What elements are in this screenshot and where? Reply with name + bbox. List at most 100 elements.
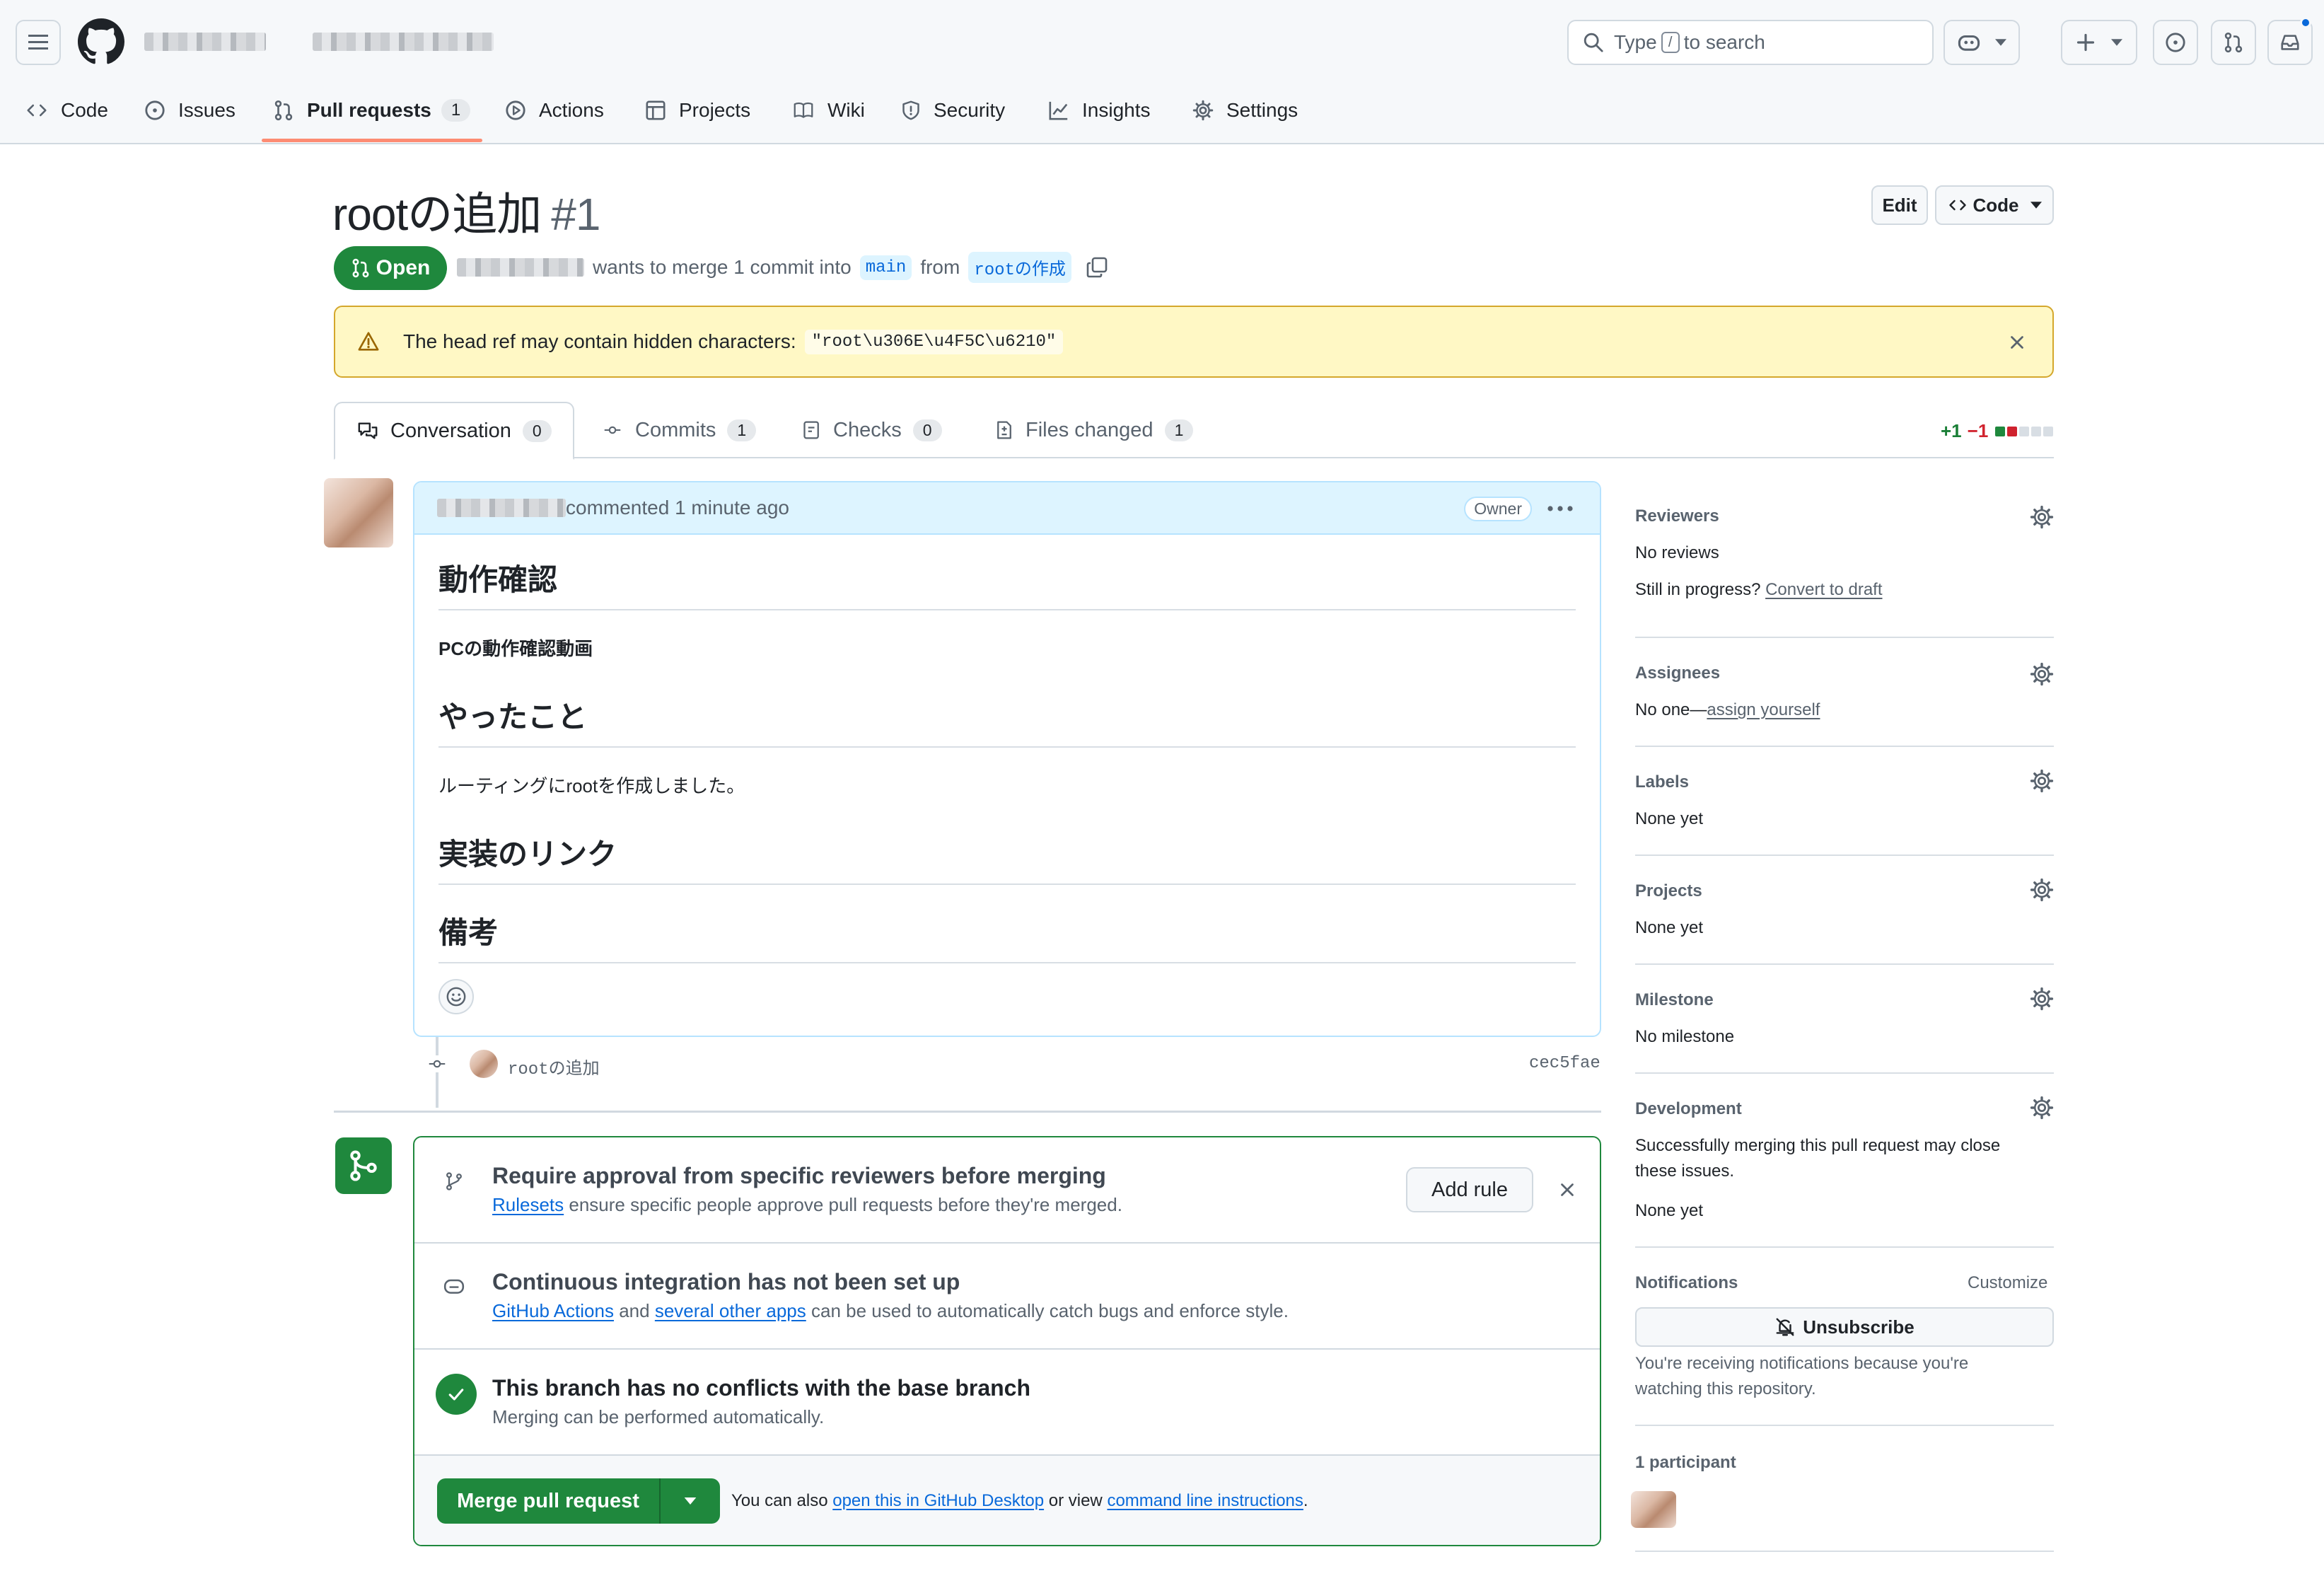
development-heading[interactable]: Development — [1635, 1099, 2054, 1119]
head-branch-label[interactable]: rootの作成 — [968, 252, 1071, 283]
convert-to-draft-link[interactable]: Convert to draft — [1765, 580, 1882, 599]
merge-method-dropdown[interactable] — [661, 1497, 720, 1505]
github-logo-icon[interactable] — [78, 18, 124, 65]
tab-settings-label: Settings — [1226, 99, 1298, 121]
tab-checks[interactable]: Checks 0 — [802, 402, 942, 458]
tab-checks-count: 0 — [912, 419, 942, 441]
tab-commits-count: 1 — [727, 419, 757, 441]
avatar[interactable] — [324, 478, 393, 547]
table-icon — [646, 100, 666, 120]
add-rule-button[interactable]: Add rule — [1406, 1167, 1533, 1212]
issues-button[interactable] — [2153, 20, 2198, 65]
tab-security[interactable]: Security — [901, 83, 1005, 137]
reviewers-heading[interactable]: Reviewers — [1635, 506, 2054, 526]
notifications-reason-line1: You're receiving notifications because y… — [1635, 1354, 1969, 1373]
pr-state-badge: Open — [334, 246, 447, 290]
warning-code: "root\u306E\u4F5C\u6210" — [804, 329, 1064, 354]
ci-text: can be used to automatically catch bugs … — [811, 1300, 1289, 1321]
close-icon[interactable] — [1559, 1181, 1576, 1198]
tab-insights[interactable]: Insights — [1048, 83, 1151, 137]
tab-actions[interactable]: Actions — [505, 83, 604, 137]
comment-discussion-icon — [358, 422, 378, 439]
gear-icon[interactable] — [2030, 662, 2054, 686]
tab-files-changed[interactable]: Files changed 1 — [994, 402, 1194, 458]
tab-settings[interactable]: Settings — [1192, 83, 1298, 137]
commit-message[interactable]: rootの追加 — [508, 1054, 600, 1079]
pr-state-label: Open — [376, 256, 431, 279]
alert-icon — [358, 332, 379, 351]
assignees-heading[interactable]: Assignees — [1635, 664, 2054, 683]
customize-link[interactable]: Customize — [1968, 1273, 2047, 1293]
create-new-button[interactable] — [2061, 20, 2137, 65]
menu-button[interactable] — [16, 20, 61, 65]
pr-number: #1 — [551, 189, 600, 240]
smiley-icon — [446, 987, 466, 1007]
diffstat: +1 −1 — [1941, 420, 2054, 442]
tab-issues[interactable]: Issues — [144, 83, 236, 137]
period: . — [1303, 1491, 1308, 1510]
owner-name-redacted[interactable] — [144, 33, 266, 51]
sidebar-divider — [1635, 1072, 2054, 1074]
pull-requests-count: 1 — [441, 99, 471, 122]
other-apps-link[interactable]: several other apps — [655, 1300, 806, 1321]
copilot-icon — [443, 1279, 465, 1294]
github-actions-link[interactable]: GitHub Actions — [492, 1300, 614, 1321]
tab-commits[interactable]: Commits 1 — [601, 402, 757, 458]
projects-heading[interactable]: Projects — [1635, 881, 2054, 901]
participants-heading: 1 participant — [1635, 1453, 1736, 1472]
github-desktop-link[interactable]: open this in GitHub Desktop — [832, 1491, 1044, 1510]
repo-name-redacted[interactable] — [313, 33, 494, 51]
merge-button-label: Merge pull request — [437, 1478, 661, 1524]
diffstat-block-neutral — [2019, 426, 2030, 436]
pull-requests-button[interactable] — [2211, 20, 2256, 65]
reaction-button[interactable] — [438, 979, 474, 1014]
participant-avatar[interactable] — [1631, 1491, 1676, 1528]
search-input[interactable]: Type / to search — [1567, 20, 1934, 65]
ruleset-description: Rulesets ensure specific people approve … — [492, 1194, 1122, 1216]
commit-sha[interactable]: cec5fae — [1529, 1054, 1600, 1073]
author-name-redacted[interactable] — [437, 499, 566, 517]
assign-yourself-link[interactable]: assign yourself — [1707, 700, 1820, 719]
tab-files-changed-label: Files changed — [1026, 418, 1154, 441]
comment-paragraph: PCの動作確認動画 — [438, 638, 593, 659]
base-branch-label[interactable]: main — [859, 255, 912, 280]
kebab-horizontal-icon[interactable] — [1547, 505, 1573, 512]
author-name-redacted[interactable] — [457, 258, 584, 277]
copy-icon[interactable] — [1086, 256, 1108, 279]
tab-files-changed-count: 1 — [1164, 419, 1194, 441]
merge-status-icon — [335, 1137, 392, 1194]
gear-icon[interactable] — [2030, 878, 2054, 902]
ruleset-suggestion: Require approval from specific reviewers… — [414, 1137, 1600, 1244]
search-icon — [1584, 33, 1603, 52]
gear-icon[interactable] — [2030, 1096, 2054, 1120]
checklist-icon — [803, 421, 819, 439]
tab-code[interactable]: Code — [25, 83, 108, 137]
tab-projects[interactable]: Projects — [645, 83, 750, 137]
commit-author-avatar[interactable] — [470, 1050, 498, 1078]
chevron-down-icon — [1995, 39, 2006, 46]
tab-conversation[interactable]: Conversation 0 — [334, 402, 574, 460]
code-dropdown-button[interactable]: Code — [1935, 185, 2054, 225]
milestone-heading[interactable]: Milestone — [1635, 990, 2054, 1010]
gear-icon[interactable] — [2030, 505, 2054, 529]
git-pull-request-icon — [2224, 32, 2243, 53]
merge-pull-request-button[interactable]: Merge pull request — [437, 1478, 720, 1524]
tab-pull-requests[interactable]: Pull requests 1 — [273, 83, 471, 137]
inbox-button[interactable] — [2267, 17, 2313, 65]
edit-title-button[interactable]: Edit — [1871, 185, 1928, 225]
close-icon[interactable] — [2009, 334, 2026, 351]
tab-wiki[interactable]: Wiki — [792, 83, 865, 137]
search-shortcut-key: / — [1661, 32, 1680, 53]
gear-icon[interactable] — [2030, 987, 2054, 1011]
unsubscribe-button[interactable]: Unsubscribe — [1635, 1307, 2054, 1347]
selected-tab-indicator — [262, 139, 482, 142]
copilot-button[interactable] — [1944, 20, 2020, 65]
gear-icon[interactable] — [2030, 769, 2054, 793]
diffstat-block-added — [1995, 426, 2006, 436]
command-line-link[interactable]: command line instructions — [1107, 1491, 1303, 1510]
comment-timestamp[interactable]: commented 1 minute ago — [566, 497, 789, 519]
git-branch-icon — [446, 1172, 462, 1190]
rulesets-link[interactable]: Rulesets — [492, 1194, 564, 1215]
still-in-progress-text: Still in progress? — [1635, 580, 1761, 599]
labels-heading[interactable]: Labels — [1635, 772, 2054, 792]
